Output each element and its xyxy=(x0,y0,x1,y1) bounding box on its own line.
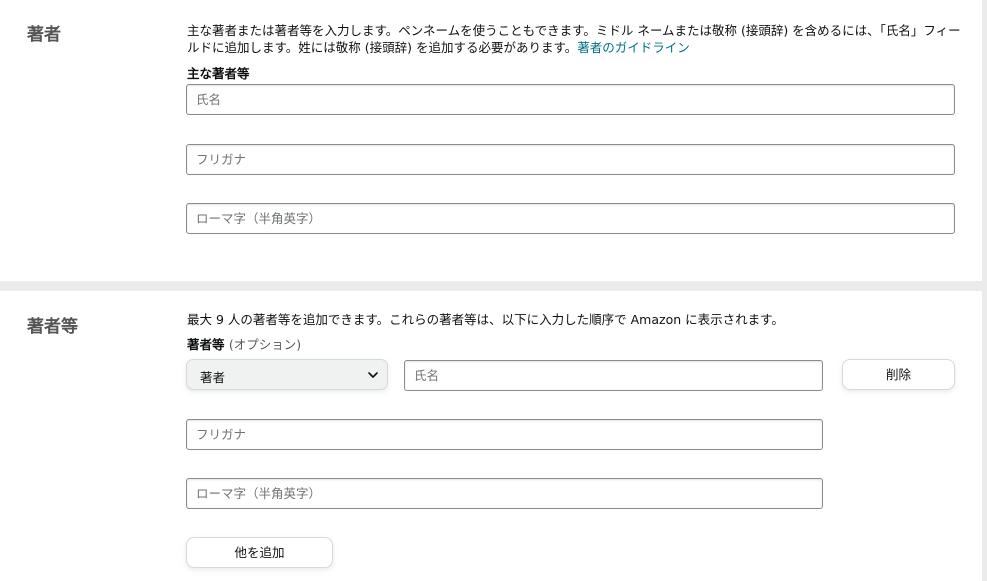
contributor-role-value: 著者 xyxy=(200,370,226,385)
primary-author-name-input[interactable] xyxy=(186,84,955,115)
contributor-romaji-input[interactable] xyxy=(186,478,823,509)
author-section-title: 著者 xyxy=(27,25,61,45)
contributors-description: 最大 9 人の著者等を追加できます。これらの著者等は、以下に入力した順序で Am… xyxy=(187,312,784,327)
author-description-text: 主な著者または著者等を入力します。ペンネームを使うこともできます。ミドル ネーム… xyxy=(187,23,961,55)
contributor-name-input[interactable] xyxy=(404,360,823,391)
contributors-panel: 著者等 最大 9 人の著者等を追加できます。これらの著者等は、以下に入力した順序… xyxy=(0,291,982,581)
primary-author-label: 主な著者等 xyxy=(187,66,250,81)
primary-author-furigana-input[interactable] xyxy=(186,144,955,175)
contributor-label-text: 著者等 xyxy=(187,337,225,352)
add-another-contributor-button[interactable]: 他を追加 xyxy=(186,537,333,568)
contributors-section-title: 著者等 xyxy=(27,317,78,337)
delete-contributor-button[interactable]: 削除 xyxy=(842,359,955,390)
contributor-role-select[interactable]: 著者 xyxy=(186,359,388,390)
contributor-label: 著者等 (オプション) xyxy=(187,334,301,353)
primary-author-romaji-input[interactable] xyxy=(186,203,955,234)
author-description: 主な著者または著者等を入力します。ペンネームを使うこともできます。ミドル ネーム… xyxy=(187,22,967,56)
chevron-down-icon xyxy=(368,372,378,378)
author-panel: 著者 主な著者または著者等を入力します。ペンネームを使うこともできます。ミドル … xyxy=(0,0,982,281)
author-guideline-link[interactable]: 著者のガイドライン xyxy=(577,40,690,55)
contributor-furigana-input[interactable] xyxy=(186,419,823,450)
contributor-optional-label: (オプション) xyxy=(228,337,302,352)
